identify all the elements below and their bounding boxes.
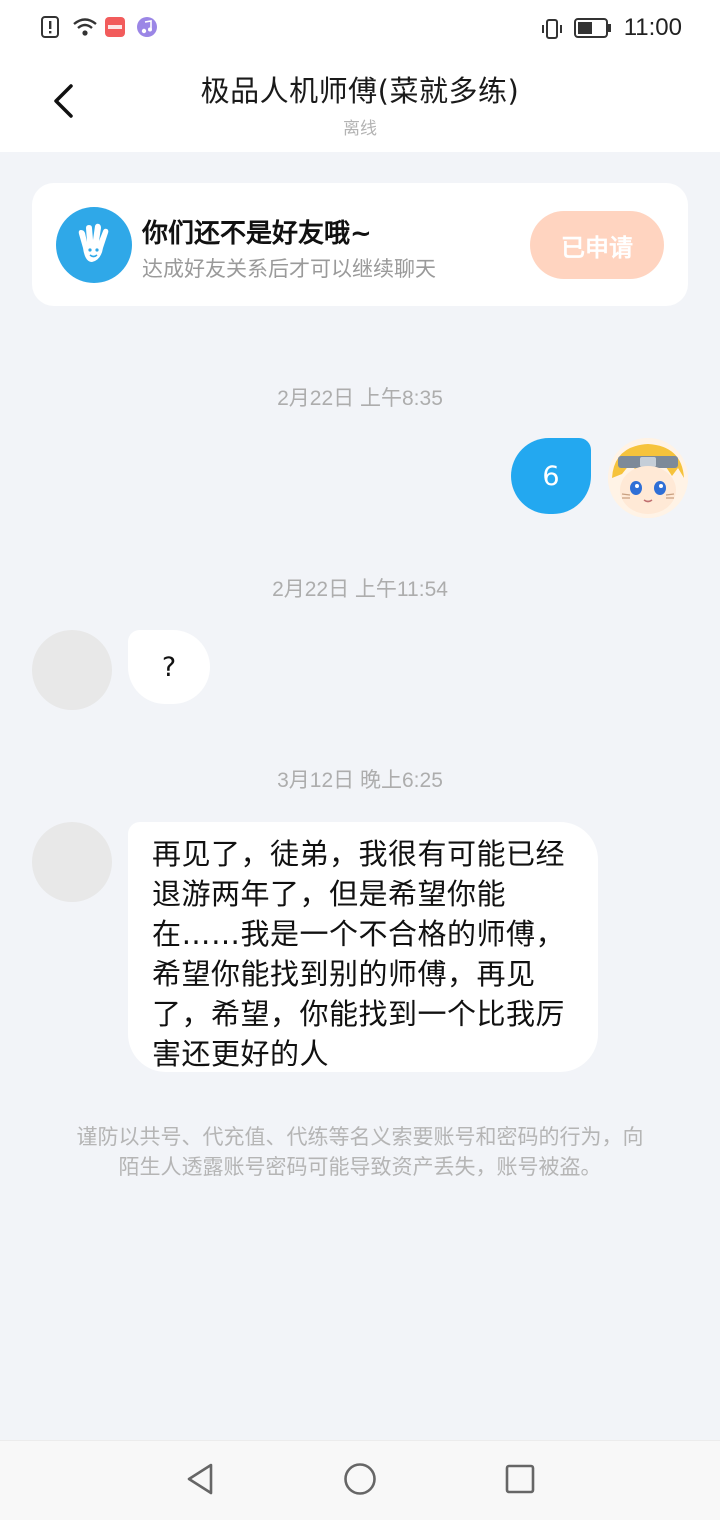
status-right: 11:00 bbox=[540, 14, 682, 42]
applied-button[interactable]: 已申请 bbox=[530, 211, 664, 279]
battery-icon bbox=[573, 17, 612, 39]
nav-recent-button[interactable] bbox=[500, 1461, 540, 1501]
contact-message-bubble[interactable]: ? bbox=[128, 630, 210, 704]
wifi-icon bbox=[72, 16, 97, 38]
message-timestamp: 3月12日 晚上6:25 bbox=[277, 769, 443, 792]
card-title: 你们还不是好友哦~ bbox=[142, 219, 372, 249]
app-badge-icon bbox=[104, 16, 126, 38]
nav-back-button[interactable] bbox=[180, 1461, 220, 1501]
vibrate-icon bbox=[540, 17, 562, 39]
status-left-icons bbox=[40, 16, 158, 38]
chat-header: 极品人机师傅(菜就多练) 离线 bbox=[0, 56, 720, 152]
contact-message-bubble[interactable]: 再见了，徒弟，我很有可能已经退游两年了，但是希望你能在……我是一个不合格的师傅，… bbox=[128, 822, 598, 1072]
contact-avatar[interactable] bbox=[32, 630, 112, 710]
title-block: 极品人机师傅(菜就多练) 离线 bbox=[0, 68, 720, 139]
system-nav-bar bbox=[0, 1440, 720, 1520]
status-bar: 11:00 bbox=[0, 0, 720, 56]
contact-name: 极品人机师傅(菜就多练) bbox=[200, 74, 520, 108]
my-message-bubble[interactable]: 6 bbox=[511, 438, 591, 514]
clock-time: 11:00 bbox=[623, 14, 682, 41]
contact-avatar[interactable] bbox=[32, 822, 112, 902]
back-triangle-icon bbox=[184, 1462, 216, 1500]
hand-wave-icon bbox=[56, 207, 132, 283]
message-timestamp: 2月22日 上午11:54 bbox=[272, 578, 448, 601]
online-status: 离线 bbox=[343, 119, 377, 139]
message-timestamp: 2月22日 上午8:35 bbox=[277, 387, 443, 410]
recent-square-icon bbox=[504, 1463, 536, 1499]
nav-home-button[interactable] bbox=[340, 1461, 380, 1501]
card-subtitle: 达成好友关系后才可以继续聊天 bbox=[142, 257, 436, 281]
my-avatar[interactable] bbox=[608, 438, 688, 518]
security-notice: 谨防以共号、代充值、代练等名义索要账号和密码的行为，向陌生人透露账号密码可能导致… bbox=[76, 1125, 644, 1179]
music-icon bbox=[136, 16, 158, 38]
alert-icon bbox=[40, 16, 62, 38]
home-circle-icon bbox=[343, 1462, 377, 1500]
not-friends-card: 你们还不是好友哦~ 达成好友关系后才可以继续聊天 已申请 bbox=[32, 183, 688, 306]
